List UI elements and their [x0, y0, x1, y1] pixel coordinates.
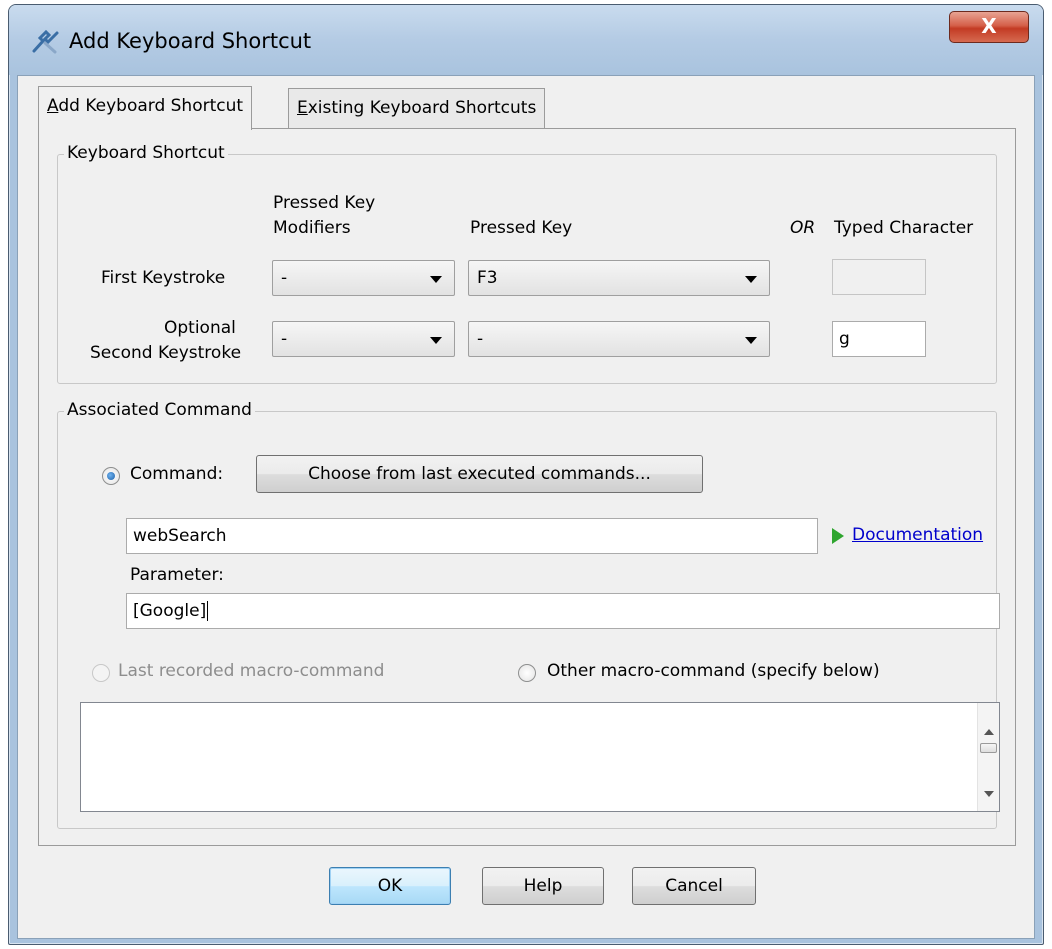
parameter-input[interactable]: [Google]	[126, 593, 1000, 629]
first-modifiers-combo[interactable]: -	[272, 260, 455, 296]
app-icon	[32, 29, 59, 54]
chevron-down-icon	[430, 276, 442, 283]
associated-command-group: Associated Command Command: Choose from …	[57, 400, 1000, 829]
play-icon	[832, 528, 844, 544]
scroll-down-icon[interactable]	[984, 791, 994, 797]
documentation-link[interactable]: Documentation	[852, 525, 983, 545]
associated-command-legend: Associated Command	[64, 400, 255, 420]
tab-add-keyboard-shortcut[interactable]: Add Keyboard Shortcut	[38, 86, 253, 130]
col-modifiers-label-2: Modifiers	[273, 218, 351, 238]
first-keystroke-label: First Keystroke	[101, 268, 226, 288]
col-typed-char-label: Typed Character	[834, 218, 974, 238]
second-keystroke-label-1: Optional	[164, 318, 236, 338]
window-title: Add Keyboard Shortcut	[69, 29, 312, 53]
first-typed-char-field[interactable]	[832, 259, 926, 295]
first-key-value: F3	[477, 268, 498, 288]
chevron-down-icon	[745, 337, 757, 344]
second-modifiers-value: -	[281, 329, 288, 349]
second-key-combo[interactable]: -	[468, 321, 770, 357]
macro-textarea[interactable]	[80, 702, 1000, 812]
first-key-combo[interactable]: F3	[468, 260, 770, 296]
other-macro-label: Other macro-command (specify below)	[547, 661, 880, 681]
tab-mnemonic: A	[47, 96, 59, 116]
cancel-button[interactable]: Cancel	[632, 867, 756, 905]
second-modifiers-combo[interactable]: -	[272, 321, 455, 357]
tab-existing-keyboard-shortcuts[interactable]: Existing Keyboard Shortcuts	[288, 88, 546, 128]
other-macro-radio[interactable]	[518, 664, 536, 682]
last-macro-label: Last recorded macro-command	[118, 661, 385, 681]
col-or-label: OR	[790, 218, 816, 238]
second-key-value: -	[477, 329, 484, 349]
second-keystroke-label-2: Second Keystroke	[90, 343, 242, 363]
command-radio-label: Command:	[130, 464, 224, 484]
dialog-client-area: Add Keyboard Shortcut Existing Keyboard …	[17, 75, 1035, 939]
tab-label: dd Keyboard Shortcut	[58, 96, 244, 116]
tab-mnemonic: E	[297, 98, 308, 118]
ok-button[interactable]: OK	[329, 867, 451, 905]
command-radio[interactable]	[102, 467, 120, 485]
title-bar[interactable]: Add Keyboard Shortcut X	[9, 5, 1043, 75]
help-button[interactable]: Help	[482, 867, 604, 905]
col-modifiers-label-1: Pressed Key	[273, 193, 376, 213]
col-pressed-key-label: Pressed Key	[470, 218, 573, 238]
chevron-down-icon	[745, 276, 757, 283]
parameter-label: Parameter:	[130, 565, 224, 585]
last-macro-radio[interactable]	[92, 664, 110, 682]
choose-last-commands-button[interactable]: Choose from last executed commands...	[256, 455, 703, 493]
scroll-thumb[interactable]	[980, 743, 997, 753]
vertical-scrollbar[interactable]	[977, 703, 999, 811]
tab-panel: Keyboard Shortcut Pressed Key Modifiers …	[38, 128, 1016, 846]
command-input[interactable]: webSearch	[126, 518, 818, 554]
first-modifiers-value: -	[281, 268, 288, 288]
keyboard-shortcut-group: Keyboard Shortcut Pressed Key Modifiers …	[57, 143, 997, 384]
dialog-window: Add Keyboard Shortcut X Add Keyboard Sho…	[8, 4, 1044, 945]
chevron-down-icon	[430, 337, 442, 344]
second-typed-char-field[interactable]: g	[832, 321, 926, 357]
tab-label: xisting Keyboard Shortcuts	[307, 98, 537, 118]
keyboard-shortcut-legend: Keyboard Shortcut	[64, 143, 228, 163]
close-button[interactable]: X	[949, 11, 1029, 43]
text-caret	[207, 601, 209, 621]
parameter-value: [Google]	[133, 601, 207, 621]
scroll-up-icon[interactable]	[984, 729, 994, 735]
